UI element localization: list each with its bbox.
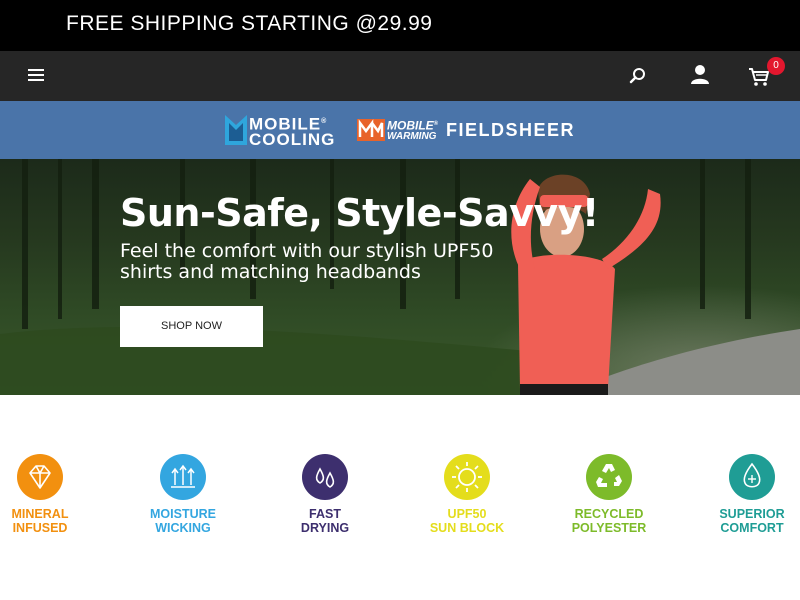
- wicking-arrows-icon: [160, 454, 206, 500]
- hamburger-menu-icon[interactable]: [28, 66, 46, 84]
- feature-fast-drying: FAST DRYING: [265, 453, 385, 535]
- feature-label: SUPERIOR COMFORT: [719, 507, 785, 535]
- hero-title: Sun-Safe, Style-Savvy!: [120, 191, 599, 235]
- search-icon[interactable]: [626, 64, 650, 88]
- feature-label: RECYCLED POLYESTER: [571, 507, 647, 535]
- shop-now-button[interactable]: SHOP NOW: [120, 306, 263, 347]
- leaf-drop-icon: [729, 454, 775, 500]
- mobile-cooling-logo[interactable]: MOBILE® COOLING: [225, 113, 347, 149]
- promo-text: FREE SHIPPING STARTING @29.99: [66, 12, 433, 35]
- mobile-cooling-text: MOBILE® COOLING: [249, 114, 336, 149]
- mobile-warming-mark-icon: [357, 119, 385, 141]
- feature-superior-comfort: SUPERIOR COMFORT: [692, 453, 800, 535]
- cart-button[interactable]: 0: [748, 57, 788, 90]
- nav-bar: 0: [0, 51, 800, 101]
- hero-subtitle: Feel the comfort with our stylish UPF50 …: [120, 240, 494, 283]
- fieldsheer-logo[interactable]: FIELDSHEER: [446, 113, 576, 147]
- feature-recycled-polyester: RECYCLED POLYESTER: [549, 453, 669, 535]
- brand-bar: MOBILE® COOLING MOBILE® WARMING FIELDSHE…: [0, 101, 800, 159]
- features-row: MINERAL INFUSED MOISTURE WICKING FAST DR…: [0, 395, 800, 600]
- user-icon[interactable]: [688, 62, 712, 88]
- fieldsheer-text: FIELDSHEER: [446, 120, 576, 140]
- recycle-icon: [586, 454, 632, 500]
- gem-icon: [17, 454, 63, 500]
- feature-label: UPF50 SUN BLOCK: [429, 507, 505, 535]
- feature-label: MINERAL INFUSED: [11, 507, 69, 535]
- feature-upf50-sun-block: UPF50 SUN BLOCK: [407, 453, 527, 535]
- mobile-warming-logo[interactable]: MOBILE® WARMING: [357, 113, 439, 147]
- feature-mineral-infused: MINERAL INFUSED: [0, 453, 100, 535]
- feature-label: FAST DRYING: [300, 507, 350, 535]
- promo-bar: FREE SHIPPING STARTING @29.99: [0, 0, 800, 51]
- mobile-cooling-mark-icon: [225, 115, 247, 145]
- mobile-warming-text: MOBILE® WARMING: [387, 118, 439, 143]
- feature-moisture-wicking: MOISTURE WICKING: [123, 453, 243, 535]
- water-drops-icon: [302, 454, 348, 500]
- cart-count-badge: 0: [767, 57, 785, 75]
- feature-label: MOISTURE WICKING: [150, 507, 216, 535]
- sun-upf-icon: [444, 454, 490, 500]
- hero-banner: Sun-Safe, Style-Savvy! Feel the comfort …: [0, 159, 800, 395]
